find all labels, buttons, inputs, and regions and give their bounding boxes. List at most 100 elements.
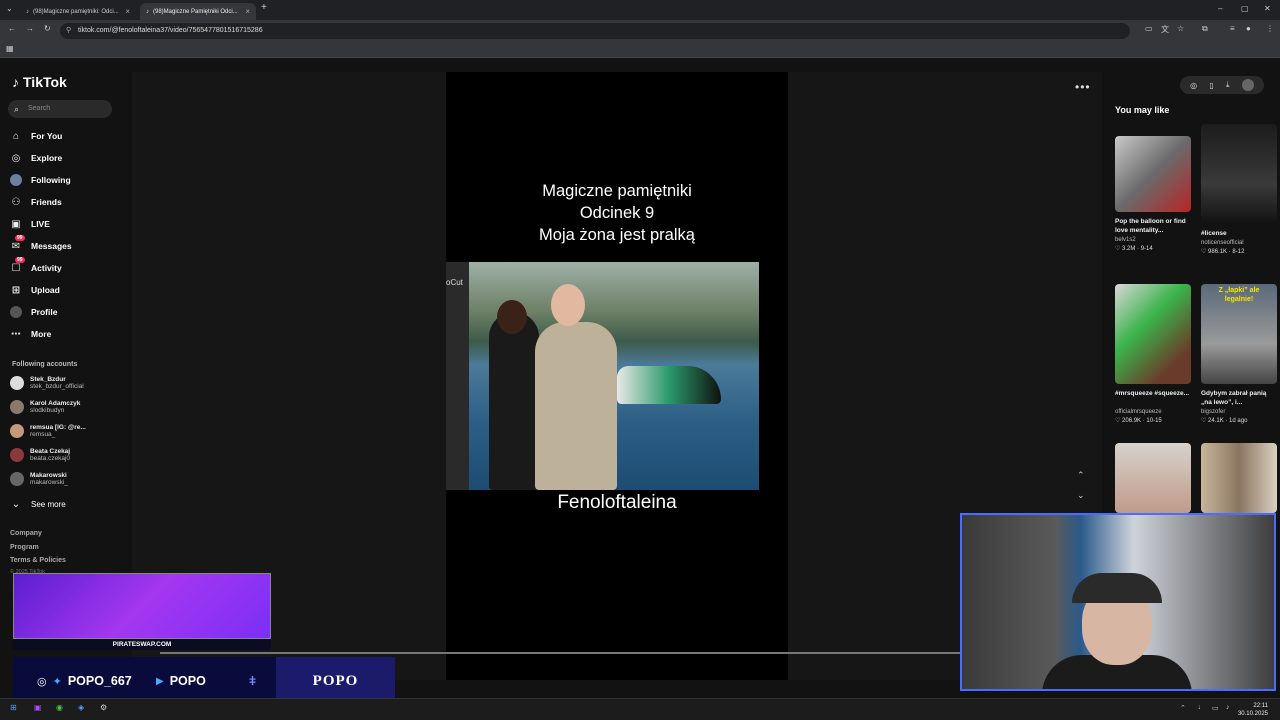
phone-view-icon[interactable]: ▯ [1209, 81, 1213, 90]
forward-icon[interactable]: → [26, 24, 34, 33]
social-handle-group: ◎ ✦ POPO_667 [37, 674, 132, 688]
profile-icon[interactable]: ● [1246, 24, 1251, 33]
account-handle: beata.czekaj0 [30, 455, 71, 462]
recommended-video[interactable] [1115, 443, 1191, 513]
translate-icon[interactable]: 文 [1161, 24, 1169, 35]
video-thumbnail [1115, 284, 1191, 384]
network-icon[interactable]: ▭ [1212, 704, 1219, 712]
nav-for-you[interactable]: ⌂ For You [10, 130, 62, 142]
man-head [551, 284, 585, 326]
close-tab-icon[interactable]: × [245, 7, 250, 16]
windows-start-icon[interactable]: ⊞ [10, 703, 17, 712]
chrome-icon[interactable]: ◉ [56, 703, 63, 712]
creator-avatar-icon[interactable] [1241, 79, 1254, 91]
steam-icon[interactable]: ◈ [78, 703, 84, 712]
tiktok-logo[interactable]: ♪ TikTok [12, 74, 67, 90]
headset [1072, 573, 1162, 603]
compass-tool-icon[interactable]: ◎ [1190, 81, 1197, 90]
tray-chevron-icon[interactable]: ⌃ [1180, 704, 1186, 712]
nav-profile[interactable]: Profile [10, 306, 57, 318]
taskbar-clock[interactable]: 22:11 30.10.2025 [1238, 702, 1268, 718]
more-options-icon[interactable]: ••• [1075, 80, 1091, 94]
account-handle: stek_bzdur_official [30, 383, 84, 390]
microphone-icon[interactable]: ♩ [1198, 704, 1205, 711]
video-progress-bar[interactable] [160, 652, 960, 654]
nav-messages[interactable]: ✉ 99 Messages [10, 235, 72, 252]
reload-icon[interactable]: ↻ [44, 24, 51, 33]
nav-label: Messages [31, 241, 72, 251]
recommended-video[interactable]: Pop the balloon or find love mentality..… [1115, 136, 1191, 252]
site-info-icon[interactable]: ⚲ [66, 23, 71, 39]
recommended-video[interactable]: #license noticenseofficial ♡ 986.1K · 8-… [1201, 124, 1277, 255]
footer-link-program[interactable]: Program [10, 544, 39, 551]
upload-icon: ⊞ [11, 284, 21, 296]
search-placeholder: Search [28, 105, 51, 112]
compass-icon: ◎ [11, 152, 21, 164]
video-thumbnail [1115, 443, 1191, 513]
following-account[interactable]: Stek_Bzdur stek_bzdur_official [10, 376, 84, 390]
nav-label: Activity [31, 263, 62, 273]
minimize-icon[interactable]: – [1218, 4, 1222, 13]
kick-icon: ǂ [249, 674, 257, 688]
volume-icon[interactable]: ♪ [1226, 704, 1230, 711]
next-video-icon[interactable]: ⌄ [1077, 490, 1085, 501]
following-account[interactable]: Beata Czekaj beata.czekaj0 [10, 448, 70, 462]
woman-figure [489, 312, 539, 490]
bookmark-star-icon[interactable]: ☆ [1177, 24, 1184, 33]
nav-explore[interactable]: ◎ Explore [10, 152, 63, 164]
taskbar-app-icon[interactable]: ⚙ [100, 703, 107, 712]
capcut-watermark: oCut [446, 278, 463, 287]
account-handle: slodkibudyn [30, 407, 65, 414]
recommended-video[interactable]: #mrsqueeze #squeeze... officialmrsqueeze… [1115, 284, 1191, 424]
browser-tab-1[interactable]: ♪ (98)Magiczne pamiętniki: Odci... × [20, 3, 136, 20]
nav-activity[interactable]: ☐ 99 Activity [10, 257, 62, 274]
footer-link-company[interactable]: Company [10, 530, 42, 537]
streamer-webcam [960, 513, 1276, 691]
messages-icon: ✉ 99 [11, 235, 25, 252]
apps-grid-icon[interactable]: ▦ [6, 44, 14, 53]
taskbar-app-icon[interactable]: ▣ [34, 703, 42, 712]
clock-time: 22:11 [1253, 703, 1268, 709]
download-icon[interactable]: ⤓ [1226, 80, 1230, 90]
media-icon[interactable]: ≡ [1230, 24, 1235, 33]
video-tools-pill: ◎ ▯ ⤓ [1180, 76, 1264, 94]
following-account[interactable]: Karol Adamczyk slodkibudyn [10, 400, 80, 414]
following-account[interactable]: Makarowski makarowski_ [10, 472, 68, 486]
maximize-icon[interactable]: ▢ [1241, 4, 1249, 13]
footer-link-terms[interactable]: Terms & Policies [10, 557, 66, 564]
nav-following[interactable]: Following [10, 174, 71, 186]
account-name: remsua [IG: @re... [30, 424, 86, 431]
nav-friends[interactable]: ⚇ Friends [10, 196, 62, 208]
url-text: tiktok.com/@fenoloftaleina37/video/75654… [78, 27, 263, 34]
search-input[interactable]: ⌕ Search [8, 100, 112, 118]
account-name: Makarowski [30, 472, 67, 479]
see-more-button[interactable]: ⌄ See more [10, 498, 66, 510]
avatar [10, 376, 24, 390]
close-tab-icon[interactable]: × [125, 7, 130, 16]
woman-head [497, 300, 527, 334]
browser-tab-2[interactable]: ♪ (98)Magiczne Pamiętniki Odci... × [140, 3, 256, 20]
nav-label: More [31, 329, 52, 339]
nav-more[interactable]: ⋯ More [10, 328, 51, 340]
menu-kebab-icon[interactable]: ⋮ [1266, 24, 1274, 33]
video-author: noticenseofficial [1201, 240, 1244, 246]
close-window-icon[interactable]: ✕ [1264, 4, 1271, 13]
url-field[interactable]: ⚲ tiktok.com/@fenoloftaleina37/video/756… [60, 23, 1130, 39]
nav-upload[interactable]: ⊞ Upload [10, 284, 60, 296]
following-account[interactable]: remsua [IG: @re... remsua_ [10, 424, 86, 438]
tab-list-icon[interactable]: ⌄ [6, 4, 13, 13]
youtube-name: POPO [169, 674, 206, 688]
video-stats: ♡ 3.2M · 9-14 [1115, 246, 1153, 252]
account-name: Karol Adamczyk [30, 400, 81, 407]
cast-icon[interactable]: ▭ [1145, 24, 1153, 33]
recommended-video[interactable]: Z „łapki” ale legalnie! Gdybym zabrał pa… [1201, 284, 1277, 424]
previous-video-icon[interactable]: ⌃ [1077, 470, 1085, 481]
extensions-icon[interactable]: ⧉ [1202, 24, 1208, 34]
search-icon: ⌕ [14, 104, 20, 114]
back-icon[interactable]: ← [8, 24, 16, 33]
recommended-video[interactable] [1201, 443, 1277, 513]
new-tab-button[interactable]: + [261, 2, 267, 13]
man-figure [535, 322, 617, 490]
home-icon: ⌂ [12, 130, 20, 142]
nav-live[interactable]: ▣ LIVE [10, 218, 50, 230]
